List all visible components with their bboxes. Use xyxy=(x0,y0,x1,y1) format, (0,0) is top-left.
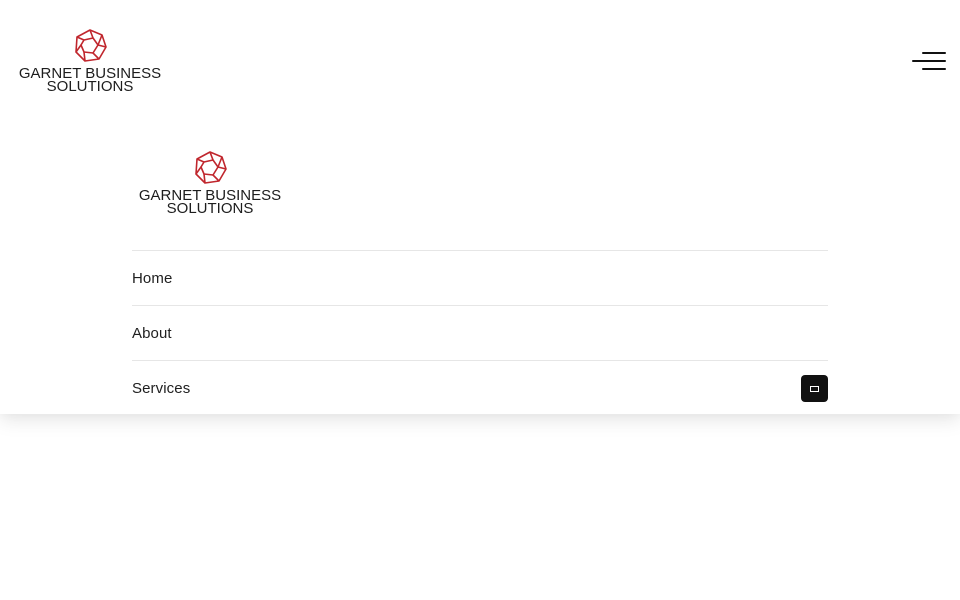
services-submenu-toggle[interactable] xyxy=(801,375,828,402)
garnet-gem-logo-icon: GARNET BUSINESS SOLUTIONS xyxy=(139,151,281,214)
logo-line2: SOLUTIONS xyxy=(167,200,254,214)
nav-item-label: About xyxy=(132,324,172,342)
site-header: GARNET BUSINESS SOLUTIONS xyxy=(0,0,960,122)
garnet-logo[interactable]: GARNET BUSINESS SOLUTIONS xyxy=(14,28,166,92)
garnet-gem-logo-icon: GARNET BUSINESS SOLUTIONS xyxy=(19,29,161,92)
menu-garnet-logo[interactable]: GARNET BUSINESS SOLUTIONS xyxy=(134,150,286,214)
nav-item-about[interactable]: About xyxy=(132,305,828,360)
hamburger-menu-button[interactable] xyxy=(912,49,946,73)
nav-item-home[interactable]: Home xyxy=(132,250,828,305)
nav-item-label: Home xyxy=(132,269,173,287)
logo-line2: SOLUTIONS xyxy=(47,78,134,92)
mobile-menu-panel: GARNET BUSINESS SOLUTIONS Home About Ser… xyxy=(0,122,960,414)
submenu-expand-icon xyxy=(810,385,819,392)
nav-item-label: Services xyxy=(132,379,191,397)
nav-item-services[interactable]: Services xyxy=(132,360,828,415)
mobile-nav-list: Home About Services xyxy=(132,250,828,415)
